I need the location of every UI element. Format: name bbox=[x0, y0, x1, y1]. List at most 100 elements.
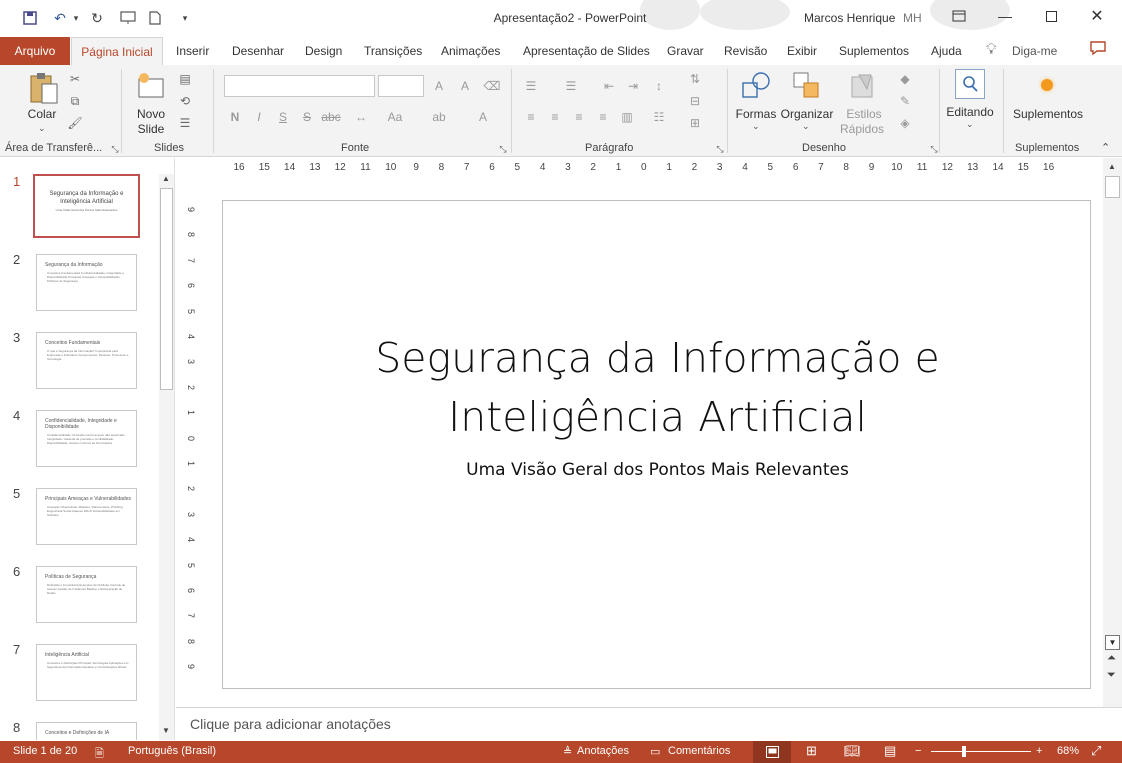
increase-indent-icon[interactable]: ⇥ bbox=[624, 78, 642, 94]
slide-thumbnail[interactable]: Políticas de Segurança Definição e Impor… bbox=[36, 566, 137, 623]
editing-button[interactable]: Editando bbox=[944, 105, 996, 119]
slide-subtitle[interactable]: Uma Visão Geral dos Pontos Mais Relevant… bbox=[223, 460, 1092, 480]
align-right-icon[interactable]: ≡ bbox=[570, 109, 588, 125]
reading-view-icon[interactable]: 📖︎ bbox=[844, 743, 861, 759]
comments-icon[interactable] bbox=[1089, 40, 1107, 56]
justify-icon[interactable]: ≡ bbox=[594, 109, 612, 125]
columns-icon[interactable]: ☷ bbox=[650, 109, 668, 125]
close-icon[interactable]: ✕ bbox=[1074, 0, 1120, 32]
distributed-icon[interactable]: ▥ bbox=[618, 109, 636, 125]
text-direction-icon[interactable]: ⇅ bbox=[686, 71, 704, 87]
fit-to-window-icon[interactable]: ⤢ bbox=[1091, 743, 1101, 759]
slide-thumbnail[interactable]: Inteligência Artificial Conceitos e Defi… bbox=[36, 644, 137, 701]
zoom-in-icon[interactable]: + bbox=[1036, 745, 1042, 757]
slide-thumbnail[interactable]: Segurança da Informação e Inteligência A… bbox=[33, 174, 140, 238]
notes-toggle-button[interactable]: Anotações bbox=[577, 745, 629, 757]
shape-outline-icon[interactable]: ✎ bbox=[896, 93, 914, 109]
decrease-font-icon[interactable]: A bbox=[456, 78, 474, 94]
present-from-start-icon[interactable] bbox=[118, 8, 138, 28]
chevron-down-icon[interactable]: ▾ bbox=[66, 8, 86, 28]
tab-addins[interactable]: Suplementos bbox=[839, 44, 909, 58]
quick-styles-label-2[interactable]: Rápidos bbox=[836, 122, 888, 136]
line-spacing-icon[interactable]: ↕ bbox=[650, 78, 668, 94]
slide-thumbnail[interactable]: Conceitos Fundamentais O que é Segurança… bbox=[36, 332, 137, 389]
user-name[interactable]: Marcos Henrique bbox=[804, 11, 895, 25]
user-initials[interactable]: MH bbox=[903, 11, 922, 25]
tab-review[interactable]: Revisão bbox=[724, 44, 767, 58]
paste-icon[interactable] bbox=[28, 71, 60, 107]
scrollbar-thumb[interactable] bbox=[160, 188, 173, 390]
new-slide-label-2[interactable]: Slide bbox=[130, 122, 172, 136]
new-file-icon[interactable] bbox=[145, 8, 165, 28]
new-slide-label[interactable]: Novo bbox=[130, 107, 172, 121]
font-family-select[interactable] bbox=[224, 75, 375, 97]
tab-animations[interactable]: Animações bbox=[441, 44, 500, 58]
highlight-icon[interactable]: ab bbox=[430, 109, 448, 125]
new-slide-icon[interactable] bbox=[136, 71, 166, 101]
tab-home[interactable]: Página Inicial bbox=[71, 37, 163, 66]
slide-canvas[interactable]: Segurança da Informação e Inteligência A… bbox=[222, 200, 1091, 689]
font-size-select[interactable] bbox=[378, 75, 424, 97]
ribbon-display-options-icon[interactable] bbox=[936, 0, 982, 32]
shape-effects-icon[interactable]: ◈ bbox=[896, 115, 914, 131]
tab-help[interactable]: Ajuda bbox=[931, 44, 962, 58]
arrange-button[interactable]: Organizar bbox=[779, 107, 835, 121]
slide-thumbnail[interactable]: Principais Ameaças e Vulnerabilidades Am… bbox=[36, 488, 137, 545]
tab-view[interactable]: Exibir bbox=[787, 44, 817, 58]
main-scrollbar[interactable]: ▲ ▼ ⏶ ⏷ bbox=[1103, 158, 1122, 708]
vertical-ruler[interactable]: 9 8 7 6 5 4 3 2 1 0 1 2 3 4 5 6 7 8 9 bbox=[183, 200, 199, 688]
scrollbar-thumb[interactable] bbox=[1105, 176, 1120, 198]
chevron-down-icon[interactable]: ⌄ bbox=[38, 123, 46, 134]
addins-icon[interactable] bbox=[1041, 79, 1053, 91]
slideshow-view-icon[interactable]: ▤ bbox=[884, 743, 896, 759]
shape-fill-icon[interactable]: ◆ bbox=[896, 71, 914, 87]
font-color-icon[interactable]: A bbox=[474, 109, 492, 125]
bold-button[interactable]: N bbox=[226, 109, 244, 125]
cut-icon[interactable]: ✂ bbox=[66, 71, 84, 87]
maximize-icon[interactable] bbox=[1028, 0, 1074, 32]
slide-sorter-icon[interactable]: ⊞ bbox=[806, 743, 817, 759]
section-icon[interactable]: ☰ bbox=[176, 115, 194, 131]
align-text-icon[interactable]: ⊟ bbox=[686, 93, 704, 109]
customize-toolbar-icon[interactable]: ▾ bbox=[175, 8, 195, 28]
clear-formatting-icon[interactable]: ⌫ bbox=[483, 78, 501, 94]
redo-icon[interactable]: ↻ bbox=[87, 8, 107, 28]
comments-toggle-icon[interactable]: ▭ bbox=[650, 745, 660, 758]
zoom-out-icon[interactable]: − bbox=[915, 745, 921, 757]
slide-thumbnail[interactable]: Confidencialidade, Integridade e Disponi… bbox=[36, 410, 137, 467]
scroll-down-icon[interactable]: ▼ bbox=[162, 726, 170, 735]
tab-file[interactable]: Arquivo bbox=[0, 37, 70, 65]
horizontal-ruler[interactable]: 16 15 14 13 12 11 10 9 8 7 6 5 4 3 2 1 0 1 2 3 4 5 6 7 8 9 10 11 12 1… bbox=[222, 161, 1090, 176]
quick-styles-label[interactable]: Estilos bbox=[840, 107, 888, 121]
previous-slide-icon[interactable]: ⏶ bbox=[1107, 652, 1116, 665]
normal-view-button[interactable] bbox=[753, 741, 791, 763]
tab-design[interactable]: Design bbox=[305, 44, 342, 58]
scroll-down-icon[interactable]: ▼ bbox=[1105, 635, 1120, 650]
bullets-icon[interactable]: ☰ bbox=[522, 78, 540, 94]
minimize-icon[interactable]: — bbox=[982, 0, 1028, 32]
notes-placeholder[interactable]: Clique para adicionar anotações bbox=[190, 716, 391, 732]
zoom-slider-thumb[interactable] bbox=[962, 746, 966, 757]
zoom-level[interactable]: 68% bbox=[1057, 745, 1079, 757]
italic-button[interactable]: I bbox=[250, 109, 268, 125]
tab-transitions[interactable]: Transições bbox=[364, 44, 422, 58]
tab-slideshow[interactable]: Apresentação de Slides bbox=[523, 44, 650, 58]
character-spacing-icon[interactable]: ↔ bbox=[352, 109, 370, 125]
thumbnails-scrollbar[interactable]: ▲ ▼ bbox=[159, 174, 174, 740]
dialog-launcher-icon[interactable]: ⤡ bbox=[494, 141, 512, 157]
notes-pane[interactable]: Clique para adicionar anotações bbox=[176, 707, 1122, 741]
slide-thumbnail[interactable]: Segurança da Informação Conceitos Fundam… bbox=[36, 254, 137, 311]
lightbulb-icon[interactable]: 💡︎ bbox=[986, 41, 997, 58]
slide-title[interactable]: Segurança da Informação e Inteligência A… bbox=[223, 329, 1092, 447]
chevron-down-icon[interactable]: ⌄ bbox=[752, 121, 760, 132]
tab-record[interactable]: Gravar bbox=[667, 44, 704, 58]
notes-toggle-icon[interactable]: ≜ bbox=[563, 745, 572, 758]
dialog-launcher-icon[interactable]: ⤡ bbox=[925, 141, 943, 157]
addins-button[interactable]: Suplementos bbox=[1010, 107, 1086, 121]
find-icon[interactable] bbox=[955, 69, 985, 99]
shadow-button[interactable]: S bbox=[298, 109, 316, 125]
format-painter-icon[interactable]: 🖌︎ bbox=[66, 115, 84, 131]
shapes-icon[interactable] bbox=[740, 71, 772, 101]
collapse-ribbon-icon[interactable]: ⌃ bbox=[1101, 141, 1110, 154]
shapes-button[interactable]: Formas bbox=[733, 107, 779, 121]
